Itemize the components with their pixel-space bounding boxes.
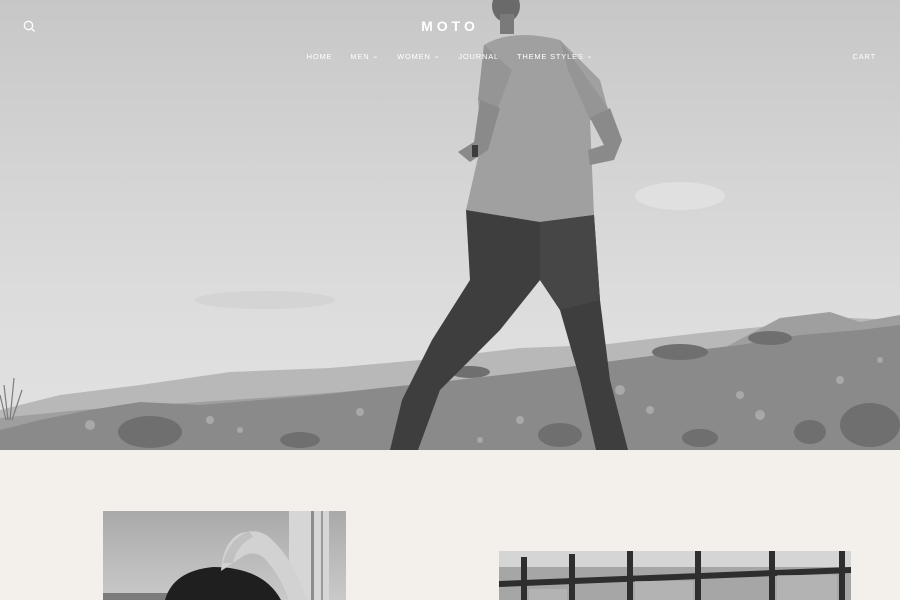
nav-item-label: MEN — [350, 52, 370, 61]
hero-image — [0, 0, 900, 450]
featured-section — [0, 450, 900, 600]
nav-item-label: THEME STYLES — [516, 52, 584, 61]
chevron-down-icon: ⌄ — [586, 52, 594, 60]
nav-item-home[interactable]: HOME — [307, 52, 333, 61]
main-nav: HOME MEN ⌄ WOMEN ⌄ JOURNAL THEME STYLES … — [0, 52, 900, 61]
featured-image-right[interactable] — [499, 551, 851, 600]
page: MOTO HOME MEN ⌄ WOMEN ⌄ JOURNAL THEME ST… — [0, 0, 900, 600]
woman-image — [103, 511, 329, 600]
nav-item-women[interactable]: WOMEN ⌄ — [397, 52, 440, 61]
hero-banner[interactable]: MOTO HOME MEN ⌄ WOMEN ⌄ JOURNAL THEME ST… — [0, 0, 900, 450]
nav-item-label: HOME — [306, 52, 333, 61]
nav-item-men[interactable]: MEN ⌄ — [350, 52, 379, 61]
featured-image-left[interactable] — [103, 511, 346, 600]
chevron-down-icon: ⌄ — [372, 52, 380, 60]
nav-item-theme-styles[interactable]: THEME STYLES ⌄ — [517, 52, 593, 61]
building-image — [499, 551, 851, 600]
chevron-down-icon: ⌄ — [433, 52, 441, 60]
nav-item-journal[interactable]: JOURNAL — [458, 52, 499, 61]
nav-item-label: WOMEN — [397, 52, 431, 61]
nav-item-label: JOURNAL — [458, 52, 499, 61]
site-logo[interactable]: MOTO — [0, 18, 900, 34]
cart-link[interactable]: CART — [853, 52, 876, 61]
